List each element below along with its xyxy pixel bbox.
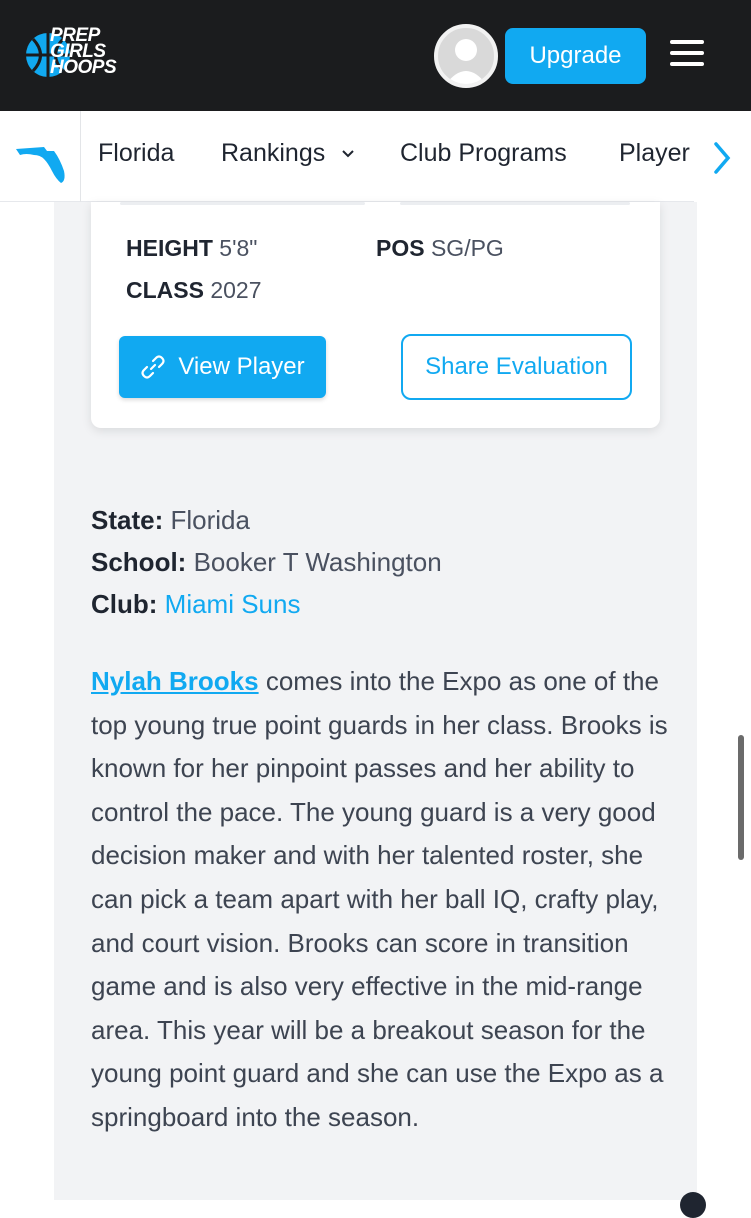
class-stat: CLASS 2027 <box>126 277 262 304</box>
subnav-item-rankings[interactable]: Rankings <box>221 139 354 168</box>
state-value: Florida <box>170 505 250 535</box>
view-player-label: View Player <box>178 353 305 380</box>
floating-action-icon[interactable] <box>680 1192 706 1218</box>
link-icon <box>141 355 165 379</box>
height-stat: HEIGHT 5'8" <box>126 235 257 262</box>
upgrade-button[interactable]: Upgrade <box>505 28 646 84</box>
player-name-link[interactable]: Nylah Brooks <box>91 666 259 696</box>
school-info: School: Booker T Washington <box>91 547 442 578</box>
height-label: HEIGHT <box>126 235 213 261</box>
prep-girls-hoops-logo[interactable]: PREP GIRLS HOOPS <box>24 22 134 88</box>
subnav-divider <box>80 111 81 202</box>
chevron-right-icon[interactable] <box>712 140 732 176</box>
view-player-button[interactable]: View Player <box>119 336 326 398</box>
share-evaluation-button[interactable]: Share Evaluation <box>401 334 632 400</box>
club-link[interactable]: Miami Suns <box>165 589 301 619</box>
class-value: 2027 <box>210 277 262 303</box>
user-avatar[interactable] <box>434 24 498 88</box>
evaluation-text: comes into the Expo as one of the top yo… <box>91 666 668 1132</box>
state-info: State: Florida <box>91 505 250 536</box>
school-value: Booker T Washington <box>193 547 442 577</box>
school-label: School: <box>91 547 187 577</box>
subnav-item-club-programs[interactable]: Club Programs <box>400 139 567 168</box>
club-label: Club: <box>91 589 158 619</box>
florida-state-icon[interactable] <box>14 131 70 187</box>
evaluation-paragraph: Nylah Brooks comes into the Expo as one … <box>91 660 671 1140</box>
position-stat: POS SG/PG <box>376 235 504 262</box>
height-value: 5'8" <box>219 235 258 261</box>
hamburger-menu-icon[interactable] <box>670 40 704 70</box>
state-subnav: Florida Rankings Club Programs Player <box>0 111 751 202</box>
state-label: State: <box>91 505 164 535</box>
subnav-item-player[interactable]: Player <box>619 139 694 168</box>
pos-value: SG/PG <box>430 235 504 261</box>
subnav-item-rankings-label: Rankings <box>221 139 326 167</box>
pos-label: POS <box>376 235 425 261</box>
logo-line-3: HOOPS <box>50 57 117 78</box>
club-info: Club: Miami Suns <box>91 589 300 620</box>
chevron-down-icon <box>342 150 354 158</box>
card-divider <box>120 202 365 205</box>
class-label: CLASS <box>126 277 204 303</box>
card-divider <box>400 202 630 205</box>
page-scrollbar[interactable] <box>738 735 744 860</box>
subnav-item-florida[interactable]: Florida <box>98 139 174 168</box>
top-header: PREP GIRLS HOOPS Upgrade <box>0 0 751 111</box>
